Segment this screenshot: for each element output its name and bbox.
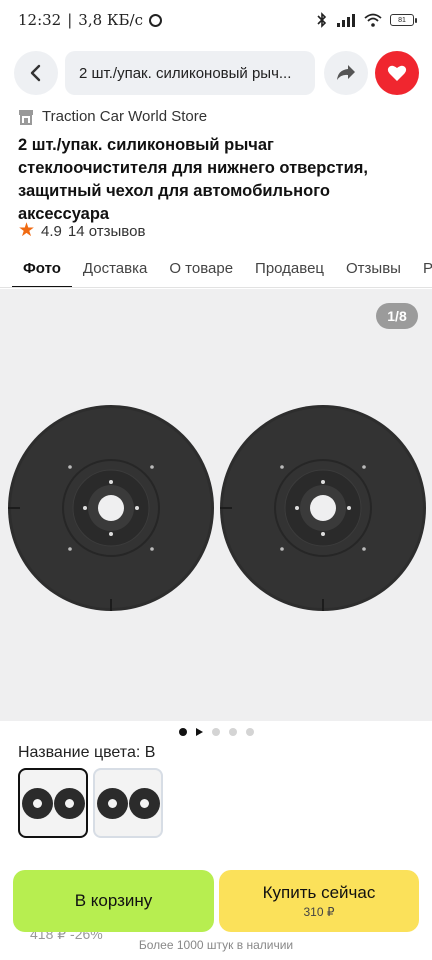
share-arrow-icon [337, 65, 355, 80]
status-speed: 3,8 КБ/с [78, 11, 144, 29]
status-bar: 12:32 | 3,8 КБ/с 81 [0, 0, 432, 40]
status-right: 81 [316, 12, 417, 28]
product-title: 2 шт./упак. силиконовый рычаг стеклоочис… [18, 136, 368, 223]
store-link[interactable]: Traction Car World Store [18, 108, 207, 125]
color-option-selected[interactable] [18, 768, 88, 838]
pagination-dot[interactable] [228, 728, 237, 736]
pagination-dot[interactable] [245, 728, 254, 736]
favorite-button[interactable] [375, 51, 419, 95]
search-input[interactable]: 2 шт./упак. силиконовый рыч... [65, 51, 315, 95]
signal-icon [337, 14, 355, 27]
stock-text: Более 1000 штук в наличии [138, 938, 294, 952]
cart-label: В корзину [74, 891, 153, 910]
tab-reviews[interactable]: Отзывы [335, 252, 412, 287]
buy-now-button[interactable]: Купить сейчас 310 ₽ [219, 870, 419, 932]
notification-ring-icon [149, 13, 163, 27]
swatch-disc [128, 787, 160, 819]
reviews-count: 14 отзывов [67, 222, 146, 240]
product-disc-image [8, 405, 214, 611]
rating-row[interactable]: ★ 4.9 14 отзывов [18, 220, 146, 241]
back-button[interactable] [14, 51, 58, 95]
color-label: Название цвета: B [18, 744, 156, 761]
share-button[interactable] [324, 51, 368, 95]
buy-label: Купить сейчас [262, 883, 376, 902]
rating-value: 4.9 [41, 222, 62, 240]
wifi-icon [364, 13, 382, 27]
tabs: Фото Доставка О товаре Продавец Отзывы Р… [0, 252, 432, 288]
tab-delivery[interactable]: Доставка [72, 252, 158, 287]
header: 2 шт./упак. силиконовый рыч... [0, 50, 432, 96]
product-gallery[interactable]: 1/8 [0, 289, 432, 721]
tab-more[interactable]: Ре [412, 252, 432, 287]
swatch-disc [53, 787, 85, 819]
battery-icon: 81 [390, 14, 417, 26]
swatch-disc [96, 787, 128, 819]
tab-photo[interactable]: Фото [12, 252, 72, 287]
image-counter: 1/8 [376, 303, 418, 329]
heart-icon [387, 65, 407, 81]
color-option[interactable] [93, 768, 163, 838]
pagination-dot[interactable] [211, 728, 220, 736]
swatch-disc [21, 787, 53, 819]
store-name: Traction Car World Store [42, 108, 208, 125]
status-time: 12:32 [18, 11, 62, 29]
star-icon: ★ [18, 220, 36, 241]
status-left: 12:32 | 3,8 КБ/с [18, 11, 163, 29]
add-to-cart-button[interactable]: В корзину [13, 870, 214, 932]
product-disc-image [220, 405, 426, 611]
status-separator: | [67, 11, 73, 29]
bluetooth-icon [317, 12, 327, 28]
chevron-left-icon [30, 64, 41, 82]
tab-seller[interactable]: Продавец [244, 252, 335, 287]
video-play-icon[interactable] [195, 728, 203, 736]
store-icon [19, 109, 33, 125]
gallery-pagination [0, 726, 432, 738]
pagination-dot-active[interactable] [178, 728, 187, 736]
buy-price: 310 ₽ [303, 905, 335, 919]
tab-about[interactable]: О товаре [158, 252, 244, 287]
